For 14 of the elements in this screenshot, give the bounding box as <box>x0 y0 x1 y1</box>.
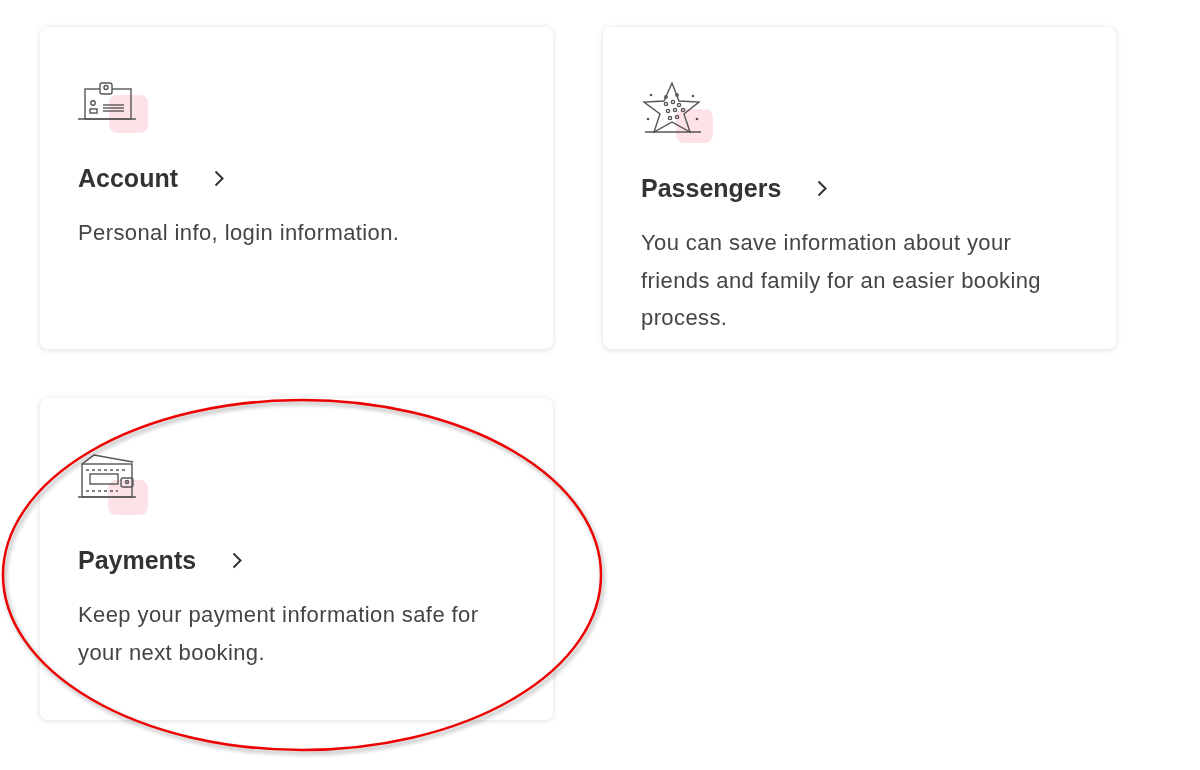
card-description: You can save information about your friends and family for an easier booking process. <box>641 229 1042 332</box>
card-reader-icon <box>78 452 148 515</box>
settings-card[interactable]: Account Personal info, login information. <box>40 27 553 349</box>
card-title: Payments <box>78 545 197 575</box>
card-title: Account <box>78 163 178 193</box>
id-badge-icon <box>78 81 148 133</box>
card-description: Personal info, login information. <box>78 219 401 247</box>
chevron-right-icon <box>817 179 828 197</box>
star-icon <box>641 81 713 143</box>
card-description: Keep your payment information safe for your next booking. <box>78 601 480 667</box>
chevron-right-icon <box>214 169 224 187</box>
chevron-right-icon <box>232 551 243 569</box>
settings-card[interactable]: Passengers You can save information about your friends and family for an easier booking process. <box>603 27 1116 349</box>
card-title: Passengers <box>641 173 782 203</box>
